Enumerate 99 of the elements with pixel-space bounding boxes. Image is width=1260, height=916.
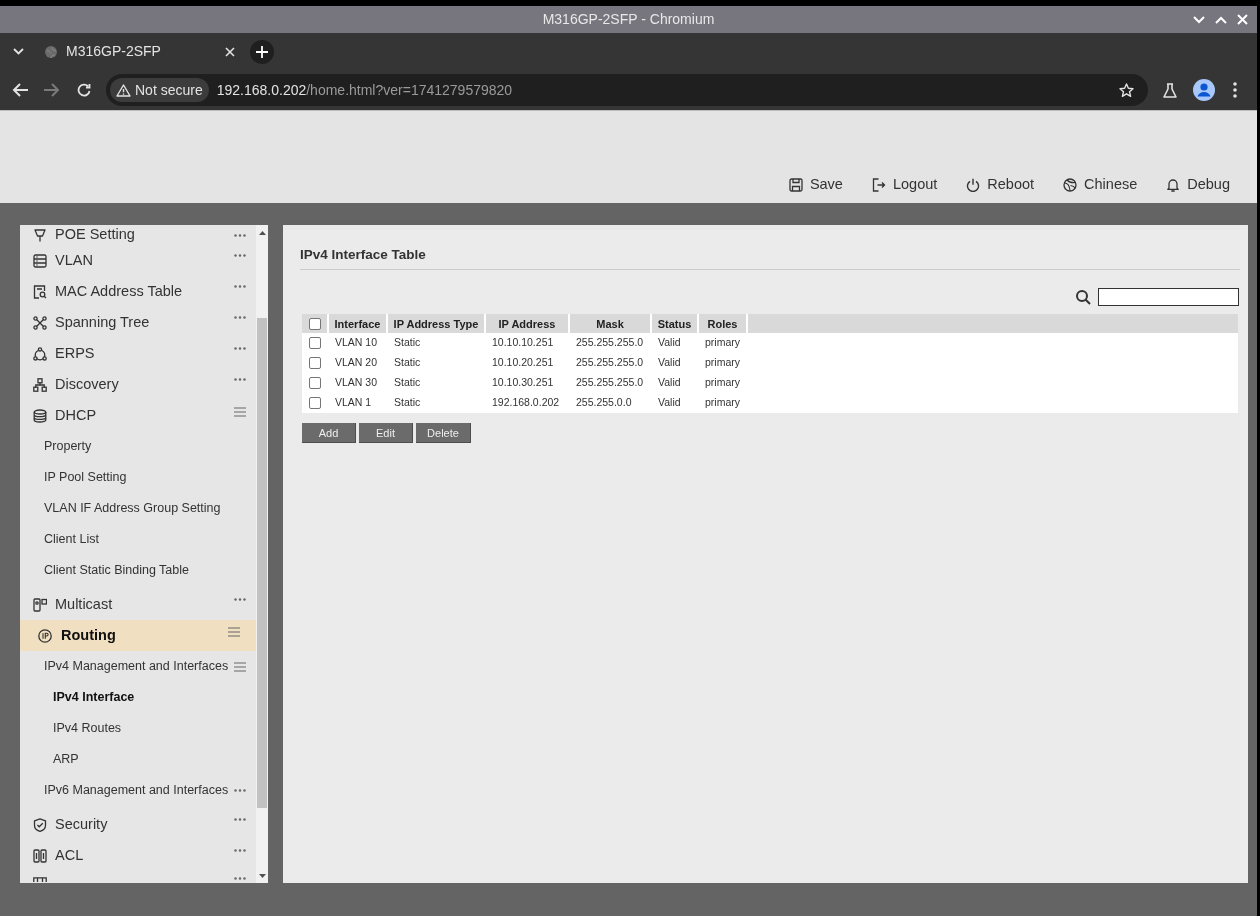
table-cell-text: 255.255.255.0 [575, 355, 645, 371]
plus-icon [256, 45, 268, 58]
table-cell-text: 192.168.0.202 [491, 395, 561, 411]
hierarchy-icon [33, 377, 47, 392]
address-bar[interactable]: Not secure 192.168.0.202/home.html?ver=1741279579820 [106, 74, 1148, 106]
section-title: IPv4 Interface Table [300, 245, 1240, 271]
header-action-button[interactable]: Logout [871, 174, 938, 196]
table-cell-text: Static [393, 355, 422, 371]
table-cell-text: Valid [657, 335, 682, 351]
header-action-button[interactable]: Save [788, 174, 843, 196]
sidebar-subitem[interactable]: IPv4 Routes [20, 713, 256, 744]
checkbox[interactable] [309, 357, 321, 370]
table-cell-text: Valid [657, 355, 682, 371]
ip-circle-icon [38, 628, 52, 643]
scrollbar-thumb[interactable] [257, 318, 267, 808]
sidebar-subitem[interactable]: Property [20, 431, 256, 462]
search-field[interactable] [1098, 288, 1239, 307]
star-icon[interactable] [1119, 82, 1134, 98]
checkbox[interactable] [309, 377, 321, 390]
table-cell-text: 10.10.10.251 [491, 335, 555, 351]
scroll-down-arrow-icon[interactable] [258, 873, 266, 878]
globe-icon [1063, 178, 1078, 193]
sidebar-subitem[interactable]: VLAN IF Address Group Setting [20, 493, 256, 524]
table-cell-text: 255.255.255.0 [575, 335, 645, 351]
table-cell-text: Static [393, 335, 422, 351]
sidebar-item[interactable]: Spanning Tree [20, 307, 256, 338]
table-cell-text: VLAN 20 [334, 355, 379, 371]
header-action-button[interactable]: Debug [1166, 174, 1230, 196]
table-cell-text: VLAN 30 [334, 375, 379, 391]
window-title: M316GP-2SFP - Chromium [542, 10, 715, 29]
chevron-down-icon[interactable] [13, 48, 24, 55]
more-vertical-icon[interactable] [1233, 82, 1237, 98]
panels-icon [33, 848, 47, 863]
chevron-up-icon[interactable] [1215, 15, 1227, 24]
sidebar-subitem[interactable]: IPv4 Management and Interfaces [20, 651, 256, 682]
sidebar-subitem[interactable]: IPv4 Interface [20, 682, 256, 713]
checkbox[interactable] [309, 337, 321, 350]
sidebar-item[interactable]: Multicast [20, 589, 256, 620]
profile-avatar-icon[interactable] [1193, 79, 1215, 101]
header-action-button[interactable]: Reboot [966, 174, 1035, 196]
sidebar-subitem[interactable]: Client List [20, 524, 256, 555]
table-cell-text: primary [704, 375, 741, 391]
table-cell-text: VLAN 1 [334, 395, 373, 411]
logout-icon [871, 178, 886, 193]
action-button[interactable]: Delete [416, 423, 471, 444]
sidebar-item[interactable]: ERPS [20, 338, 256, 369]
ring-nodes-icon [33, 346, 47, 361]
shield-check-icon [33, 817, 47, 832]
sidebar-item[interactable]: DHCP [20, 400, 256, 431]
action-button[interactable]: Add [302, 423, 356, 444]
warning-icon [116, 83, 131, 97]
sidebar-item[interactable]: ACL [20, 840, 256, 871]
network-nodes-icon [33, 315, 47, 330]
sidebar-item[interactable]: Security [20, 809, 256, 840]
table-cell-text: Static [393, 395, 422, 411]
sidebar-item[interactable]: Routing [20, 620, 256, 651]
sidebar-subitem[interactable]: Client Static Binding Table [20, 555, 256, 586]
checkbox[interactable] [309, 317, 321, 330]
table-cell-text: 10.10.20.251 [491, 355, 555, 371]
sidebar-item[interactable]: POE Setting [20, 225, 256, 245]
sidebar-item[interactable]: MAC Address Table [20, 276, 256, 307]
list-box-icon [33, 253, 47, 268]
sidebar-subitem[interactable]: ARP [20, 744, 256, 775]
bell-icon [1166, 178, 1181, 193]
table-cell-text: VLAN 10 [334, 335, 379, 351]
devices-icon [33, 597, 47, 612]
action-button[interactable]: Edit [359, 423, 413, 444]
save-icon [788, 178, 803, 193]
new-tab-button[interactable] [250, 39, 274, 64]
table-cell-text: 10.10.30.251 [491, 375, 555, 391]
search-icon[interactable] [1076, 289, 1091, 305]
url-text: 192.168.0.202/home.html?ver=1741279579820 [216, 80, 513, 100]
sidebar-subitem[interactable]: IPv6 Management and Interfaces [20, 775, 256, 806]
flask-icon[interactable] [1163, 82, 1177, 98]
table-cell-text: primary [704, 355, 741, 371]
table-cell-text: primary [704, 335, 741, 351]
table-cell-text: 255.255.0.0 [575, 395, 633, 411]
document-search-icon [33, 284, 47, 299]
close-icon[interactable] [225, 46, 235, 57]
box-icon [33, 877, 47, 882]
database-icon [33, 408, 47, 423]
table-cell-text: Valid [657, 375, 682, 391]
plug-icon [33, 228, 47, 242]
reload-icon[interactable] [77, 83, 91, 97]
table-cell-text: 255.255.255.0 [575, 375, 645, 391]
globe-icon [45, 45, 57, 58]
back-arrow-icon[interactable] [12, 83, 28, 97]
security-chip[interactable]: Not secure [110, 78, 209, 102]
browser-tab[interactable]: M316GP-2SFP [35, 33, 246, 70]
table-cell-text: Static [393, 375, 422, 391]
sidebar-item[interactable]: VLAN [20, 245, 256, 276]
power-icon [966, 178, 981, 193]
checkbox[interactable] [309, 397, 321, 410]
scroll-up-arrow-icon[interactable] [258, 230, 266, 235]
sidebar-subitem[interactable]: IP Pool Setting [20, 462, 256, 493]
table-cell-text: Valid [657, 395, 682, 411]
table-cell-text: primary [704, 395, 741, 411]
sidebar-item[interactable]: Discovery [20, 369, 256, 400]
header-action-button[interactable]: Chinese [1063, 174, 1138, 196]
